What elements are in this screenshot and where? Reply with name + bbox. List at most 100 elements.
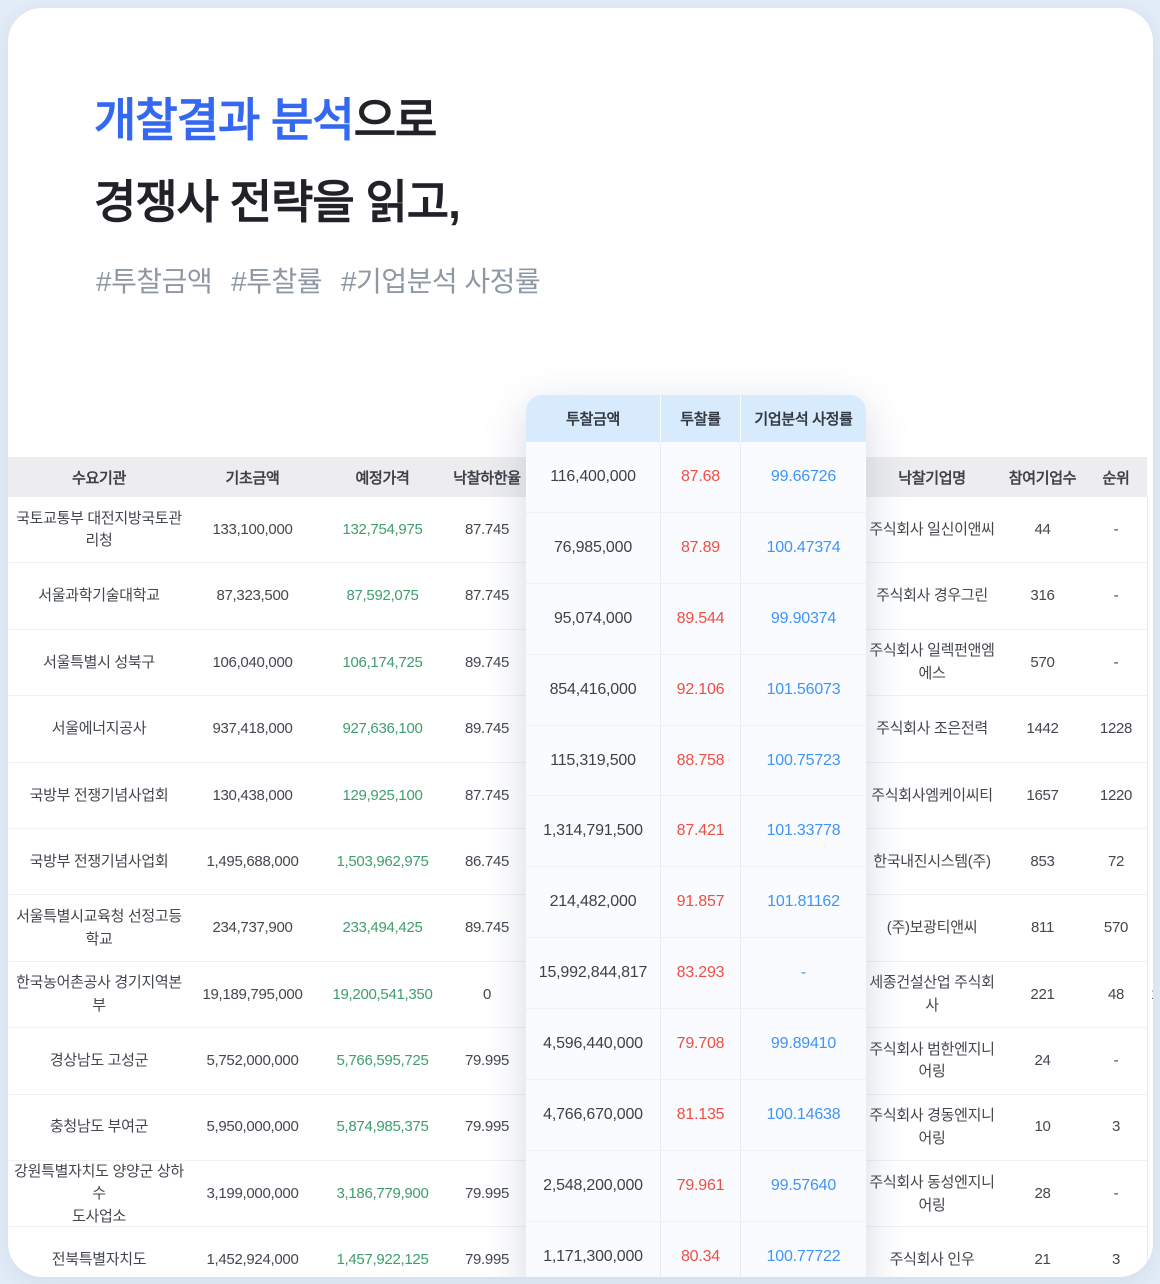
panel-header-bid-rate: 투찰률	[660, 395, 740, 442]
cell-org: 국방부 전쟁기념사업회	[8, 829, 190, 895]
cell-min-rate: 89.745	[450, 895, 524, 961]
panel-cell-bid-rate: 81.135	[660, 1080, 740, 1150]
cell-winner: 주식회사 일렉펀앤엠 에스	[864, 630, 1000, 696]
cell-winner: 주식회사 경동엔지니 어링	[864, 1095, 1000, 1161]
cell-participants: 24	[1000, 1028, 1085, 1094]
cell-clipped-fragment	[1147, 829, 1153, 895]
hashtag-assessment-rate: #기업분석 사정률	[341, 260, 540, 300]
cell-participants: 10	[1000, 1095, 1085, 1161]
cell-participants: 811	[1000, 895, 1085, 961]
cell-base-amount: 133,100,000	[190, 497, 315, 563]
panel-row: 854,416,000 92.106 101.56073	[526, 655, 866, 726]
cell-participants: 316	[1000, 563, 1085, 629]
cell-org: 서울특별시교육청 선정고등학교	[8, 895, 190, 961]
content-card: 개찰결과 분석으로경쟁사 전략을 읽고, #투찰금액 #투찰률 #기업분석 사정…	[8, 8, 1153, 1277]
cell-participants: 1657	[1000, 763, 1085, 829]
panel-cell-bid-rate: 87.68	[660, 442, 740, 512]
header-base-amount: 기초금액	[190, 467, 315, 488]
cell-rank: 48	[1085, 962, 1147, 1028]
cell-participants: 570	[1000, 630, 1085, 696]
cell-org: 서울과학기술대학교	[8, 563, 190, 629]
cell-rank: 1220	[1085, 763, 1147, 829]
panel-cell-assessment: 99.89410	[740, 1009, 866, 1079]
panel-cell-bid-amount: 214,482,000	[526, 867, 660, 937]
panel-cell-bid-amount: 1,171,300,000	[526, 1222, 660, 1277]
cell-rank: 3	[1085, 1227, 1147, 1277]
cell-min-rate: 86.745	[450, 829, 524, 895]
panel-cell-bid-rate: 91.857	[660, 867, 740, 937]
cell-clipped-fragment	[1147, 1161, 1153, 1229]
panel-cell-bid-amount: 116,400,000	[526, 442, 660, 512]
cell-base-amount: 87,323,500	[190, 563, 315, 629]
cell-org: 서울특별시 성북구	[8, 630, 190, 696]
panel-cell-bid-rate: 87.89	[660, 513, 740, 583]
cell-base-amount: 130,438,000	[190, 763, 315, 829]
header-planned-price: 예정가격	[315, 467, 450, 488]
panel-cell-bid-amount: 2,548,200,000	[526, 1151, 660, 1221]
cell-org: 국방부 전쟁기념사업회	[8, 763, 190, 829]
panel-cell-assessment: 99.66726	[740, 442, 866, 512]
cell-org: 국토교통부 대전지방국토관리청	[8, 497, 190, 563]
cell-participants: 221	[1000, 962, 1085, 1028]
cell-winner: 세종건설산업 주식회 사	[864, 962, 1000, 1028]
cell-min-rate: 87.745	[450, 563, 524, 629]
cell-org: 강원특별자치도 양양군 상하수 도사업소	[8, 1161, 190, 1229]
panel-cell-bid-rate: 83.293	[660, 938, 740, 1008]
panel-cell-assessment: 101.81162	[740, 867, 866, 937]
cell-planned-price: 927,636,100	[315, 696, 450, 762]
cell-planned-price: 129,925,100	[315, 763, 450, 829]
cell-base-amount: 3,199,000,000	[190, 1161, 315, 1229]
panel-row: 95,074,000 89.544 99.90374	[526, 584, 866, 655]
cell-clipped-fragment	[1147, 763, 1153, 829]
cell-org: 전북특별자치도	[8, 1227, 190, 1277]
cell-base-amount: 1,495,688,000	[190, 829, 315, 895]
cell-org: 경상남도 고성군	[8, 1028, 190, 1094]
cell-planned-price: 87,592,075	[315, 563, 450, 629]
cell-base-amount: 5,752,000,000	[190, 1028, 315, 1094]
cell-org: 충청남도 부여군	[8, 1095, 190, 1161]
cell-winner: 주식회사 조은전력	[864, 696, 1000, 762]
panel-cell-assessment: 101.33778	[740, 796, 866, 866]
cell-base-amount: 937,418,000	[190, 696, 315, 762]
cell-planned-price: 106,174,725	[315, 630, 450, 696]
panel-row: 116,400,000 87.68 99.66726	[526, 442, 866, 513]
cell-clipped-fragment: 1	[1147, 962, 1153, 1028]
cell-winner: 주식회사 동성엔지니 어링	[864, 1161, 1000, 1229]
panel-cell-assessment: 100.77722	[740, 1222, 866, 1277]
cell-min-rate: 79.995	[450, 1028, 524, 1094]
cell-clipped-fragment	[1147, 497, 1153, 563]
panel-cell-bid-rate: 88.758	[660, 726, 740, 796]
cell-rank: -	[1085, 630, 1147, 696]
cell-planned-price: 5,766,595,725	[315, 1028, 450, 1094]
cell-winner: (주)보광티앤씨	[864, 895, 1000, 961]
title-line2: 경쟁사 전략을 읽고,	[94, 176, 460, 228]
header-min-rate: 낙찰하한율	[450, 467, 524, 488]
cell-rank: 3	[1085, 1095, 1147, 1161]
panel-cell-bid-rate: 89.544	[660, 584, 740, 654]
cell-rank: -	[1085, 563, 1147, 629]
cell-clipped-fragment	[1147, 1028, 1153, 1094]
cell-planned-price: 5,874,985,375	[315, 1095, 450, 1161]
panel-cell-bid-amount: 115,319,500	[526, 726, 660, 796]
panel-row: 15,992,844,817 83.293 -	[526, 938, 866, 1009]
cell-winner: 주식회사 인우	[864, 1227, 1000, 1277]
cell-min-rate: 89.745	[450, 696, 524, 762]
cell-planned-price: 233,494,425	[315, 895, 450, 961]
cell-participants: 853	[1000, 829, 1085, 895]
header-winner: 낙찰기업명	[864, 467, 1000, 488]
cell-planned-price: 132,754,975	[315, 497, 450, 563]
panel-row: 76,985,000 87.89 100.47374	[526, 513, 866, 584]
cell-base-amount: 19,189,795,000	[190, 962, 315, 1028]
cell-clipped-fragment	[1147, 1227, 1153, 1277]
hashtag-bid-rate: #투찰률	[231, 260, 322, 300]
panel-row: 214,482,000 91.857 101.81162	[526, 867, 866, 938]
hashtag-list: #투찰금액 #투찰률 #기업분석 사정률	[96, 260, 540, 300]
cell-planned-price: 1,457,922,125	[315, 1227, 450, 1277]
cell-planned-price: 3,186,779,900	[315, 1161, 450, 1229]
cell-clipped-fragment	[1147, 1095, 1153, 1161]
cell-org: 서울에너지공사	[8, 696, 190, 762]
panel-row: 4,596,440,000 79.708 99.89410	[526, 1009, 866, 1080]
panel-row: 1,314,791,500 87.421 101.33778	[526, 796, 866, 867]
panel-cell-assessment: 100.75723	[740, 726, 866, 796]
panel-row: 2,548,200,000 79.961 99.57640	[526, 1151, 866, 1222]
